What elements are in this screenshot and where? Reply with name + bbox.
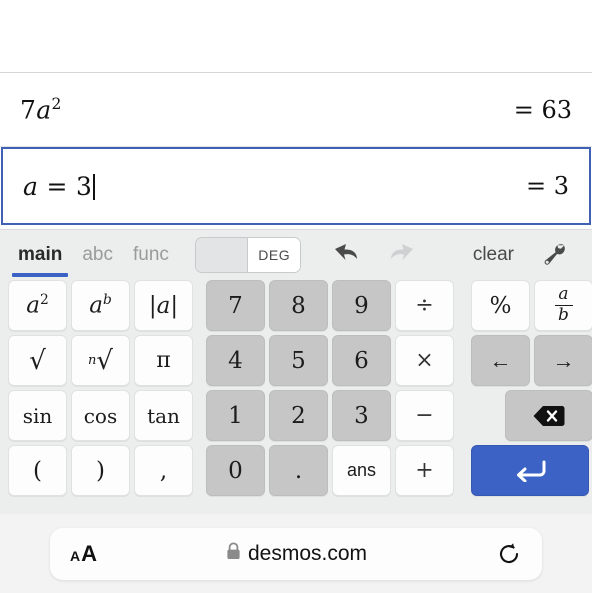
keypad-grid: a2 ab |a| √ n √ π sin cos tan ( ) , 7 8 … [0,280,592,508]
expression-1-result: = 63 [513,95,572,124]
keypad-row: √ n √ π [8,335,193,386]
reload-icon[interactable] [496,541,522,567]
key-fraction[interactable]: a b [534,280,592,331]
wrench-icon[interactable] [530,232,578,278]
keypad-numeric-group: 7 8 9 ÷ 4 5 6 × 1 2 3 − 0 . ans + [206,280,454,500]
keypad-row: a2 ab |a| [8,280,193,331]
toggle-option-deg[interactable]: DEG [248,238,300,272]
key-3[interactable]: 3 [332,390,391,441]
fraction-denominator: b [558,305,569,326]
expression-1-math: 7a2 [20,94,62,125]
expression-2-math: a = 3 [23,172,95,201]
tab-main-label: main [18,244,63,265]
tab-abc[interactable]: abc [72,232,123,278]
key-cos[interactable]: cos [71,390,130,441]
key-left-paren[interactable]: ( [8,445,67,496]
keypad-row [471,390,592,441]
key-a-power-b[interactable]: ab [71,280,130,331]
keypad-row [471,445,592,496]
keypad-row: 4 5 6 × [206,335,454,386]
keypad-row: 7 8 9 ÷ [206,280,454,331]
tab-main[interactable]: main [8,232,72,278]
keypad-row: ( ) , [8,445,193,496]
key-7[interactable]: 7 [206,280,265,331]
lock-icon [226,542,241,565]
key-multiply[interactable]: × [395,335,454,386]
keypad-functions-group: a2 ab |a| √ n √ π sin cos tan ( ) , [8,280,193,500]
expression-2-result: = 3 [525,172,569,200]
key-8[interactable]: 8 [269,280,328,331]
keypad-row: sin cos tan [8,390,193,441]
key-1[interactable]: 1 [206,390,265,441]
expression-row-1[interactable]: 7a2 = 63 [0,73,592,147]
key-4[interactable]: 4 [206,335,265,386]
keypad-row: % a b [471,280,592,331]
text-caret [93,173,95,200]
expression-list: 7a2 = 63 a = 3 = 3 [0,72,592,225]
keypad-row: ← → [471,335,592,386]
text-size-big-a: A [81,540,98,566]
key-divide[interactable]: ÷ [395,280,454,331]
redo-icon[interactable] [377,232,429,278]
backspace-icon[interactable] [505,390,592,441]
desmos-calculator-screen: 7a2 = 63 a = 3 = 3 main abc func RAD DEG [0,0,592,593]
text-size-button[interactable]: AA [70,541,97,567]
math-keypad: main abc func RAD DEG clear [0,229,592,514]
key-9[interactable]: 9 [332,280,391,331]
keypad-row: 1 2 3 − [206,390,454,441]
key-a-squared[interactable]: a2 [8,280,67,331]
enter-icon[interactable] [471,445,589,496]
browser-bottom-bar: AA desmos.com [0,514,592,593]
key-minus[interactable]: − [395,390,454,441]
keypad-action-group: % a b ← → [471,280,592,500]
tab-abc-label: abc [82,244,113,265]
key-absolute-value[interactable]: |a| [134,280,193,331]
toggle-option-rad[interactable]: RAD [195,238,249,272]
tab-func-label: func [133,244,169,265]
key-comma[interactable]: , [134,445,193,496]
tab-func[interactable]: func [123,232,179,278]
url-bar[interactable]: AA desmos.com [50,527,542,580]
clear-button[interactable]: clear [463,244,524,266]
key-5[interactable]: 5 [269,335,328,386]
key-decimal-point[interactable]: . [269,445,328,496]
text-size-small-a: A [70,547,81,564]
fraction-numerator: a [558,283,569,304]
key-ans[interactable]: ans [332,445,391,496]
keypad-row: 0 . ans + [206,445,454,496]
key-arrow-left[interactable]: ← [471,335,530,386]
undo-icon[interactable] [319,232,371,278]
key-tan[interactable]: tan [134,390,193,441]
key-6[interactable]: 6 [332,335,391,386]
key-2[interactable]: 2 [269,390,328,441]
key-plus[interactable]: + [395,445,454,496]
key-sin[interactable]: sin [8,390,67,441]
key-percent[interactable]: % [471,280,530,331]
expression-row-2[interactable]: a = 3 = 3 [1,147,591,225]
key-arrow-right[interactable]: → [534,335,592,386]
angle-unit-toggle[interactable]: RAD DEG [194,237,301,273]
url-display[interactable]: desmos.com [97,542,496,566]
key-right-paren[interactable]: ) [71,445,130,496]
key-pi[interactable]: π [134,335,193,386]
keypad-toolbar: main abc func RAD DEG clear [0,230,592,280]
url-text: desmos.com [247,541,368,565]
top-blank-area [0,0,592,72]
key-nth-root[interactable]: n √ [71,335,130,386]
key-square-root[interactable]: √ [8,335,67,386]
key-0[interactable]: 0 [206,445,265,496]
